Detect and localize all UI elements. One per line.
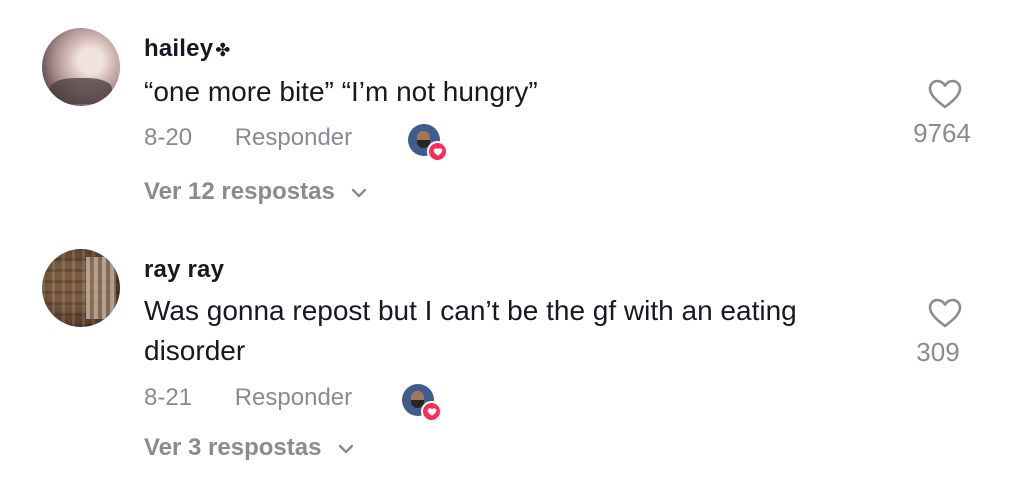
comment-text: Was gonna repost but I can’t be the gf w… bbox=[144, 295, 797, 366]
comment-date: 8-20 bbox=[144, 124, 193, 151]
like-control: 309 bbox=[900, 297, 990, 368]
username-decoration: ✤ bbox=[215, 40, 231, 60]
comment-date: 8-21 bbox=[144, 384, 193, 411]
heart-outline-icon[interactable] bbox=[927, 78, 963, 110]
view-replies-label: Ver 12 respostas bbox=[144, 178, 335, 205]
avatar[interactable] bbox=[42, 28, 120, 106]
heart-badge-icon bbox=[427, 141, 448, 162]
username-text: hailey bbox=[144, 35, 214, 62]
comment-username[interactable]: hailey ✤ bbox=[144, 35, 231, 63]
creator-liked-avatar bbox=[408, 124, 448, 162]
comment-username[interactable]: ray ray bbox=[144, 256, 224, 284]
creator-liked-avatar bbox=[402, 384, 442, 422]
reply-button[interactable]: Responder bbox=[235, 124, 352, 152]
heart-badge-icon bbox=[421, 401, 442, 422]
username-text: ray ray bbox=[144, 256, 225, 283]
chevron-down-icon bbox=[352, 188, 367, 197]
like-count: 309 bbox=[916, 337, 960, 367]
view-replies-label: Ver 3 respostas bbox=[144, 434, 322, 461]
reply-button[interactable]: Responder bbox=[235, 384, 352, 412]
like-control: 9764 bbox=[900, 78, 990, 149]
view-replies-button[interactable]: Ver 12 respostas bbox=[144, 178, 367, 206]
view-replies-button[interactable]: Ver 3 respostas bbox=[144, 434, 354, 462]
avatar[interactable] bbox=[42, 249, 120, 327]
comment-meta: 8-20 Responder bbox=[144, 124, 352, 152]
like-count: 9764 bbox=[913, 118, 971, 148]
comment-text: “one more bite” “I’m not hungry” bbox=[144, 76, 538, 107]
chevron-down-icon bbox=[338, 444, 354, 453]
heart-outline-icon[interactable] bbox=[927, 297, 963, 329]
comment-meta: 8-21 Responder bbox=[144, 384, 352, 412]
